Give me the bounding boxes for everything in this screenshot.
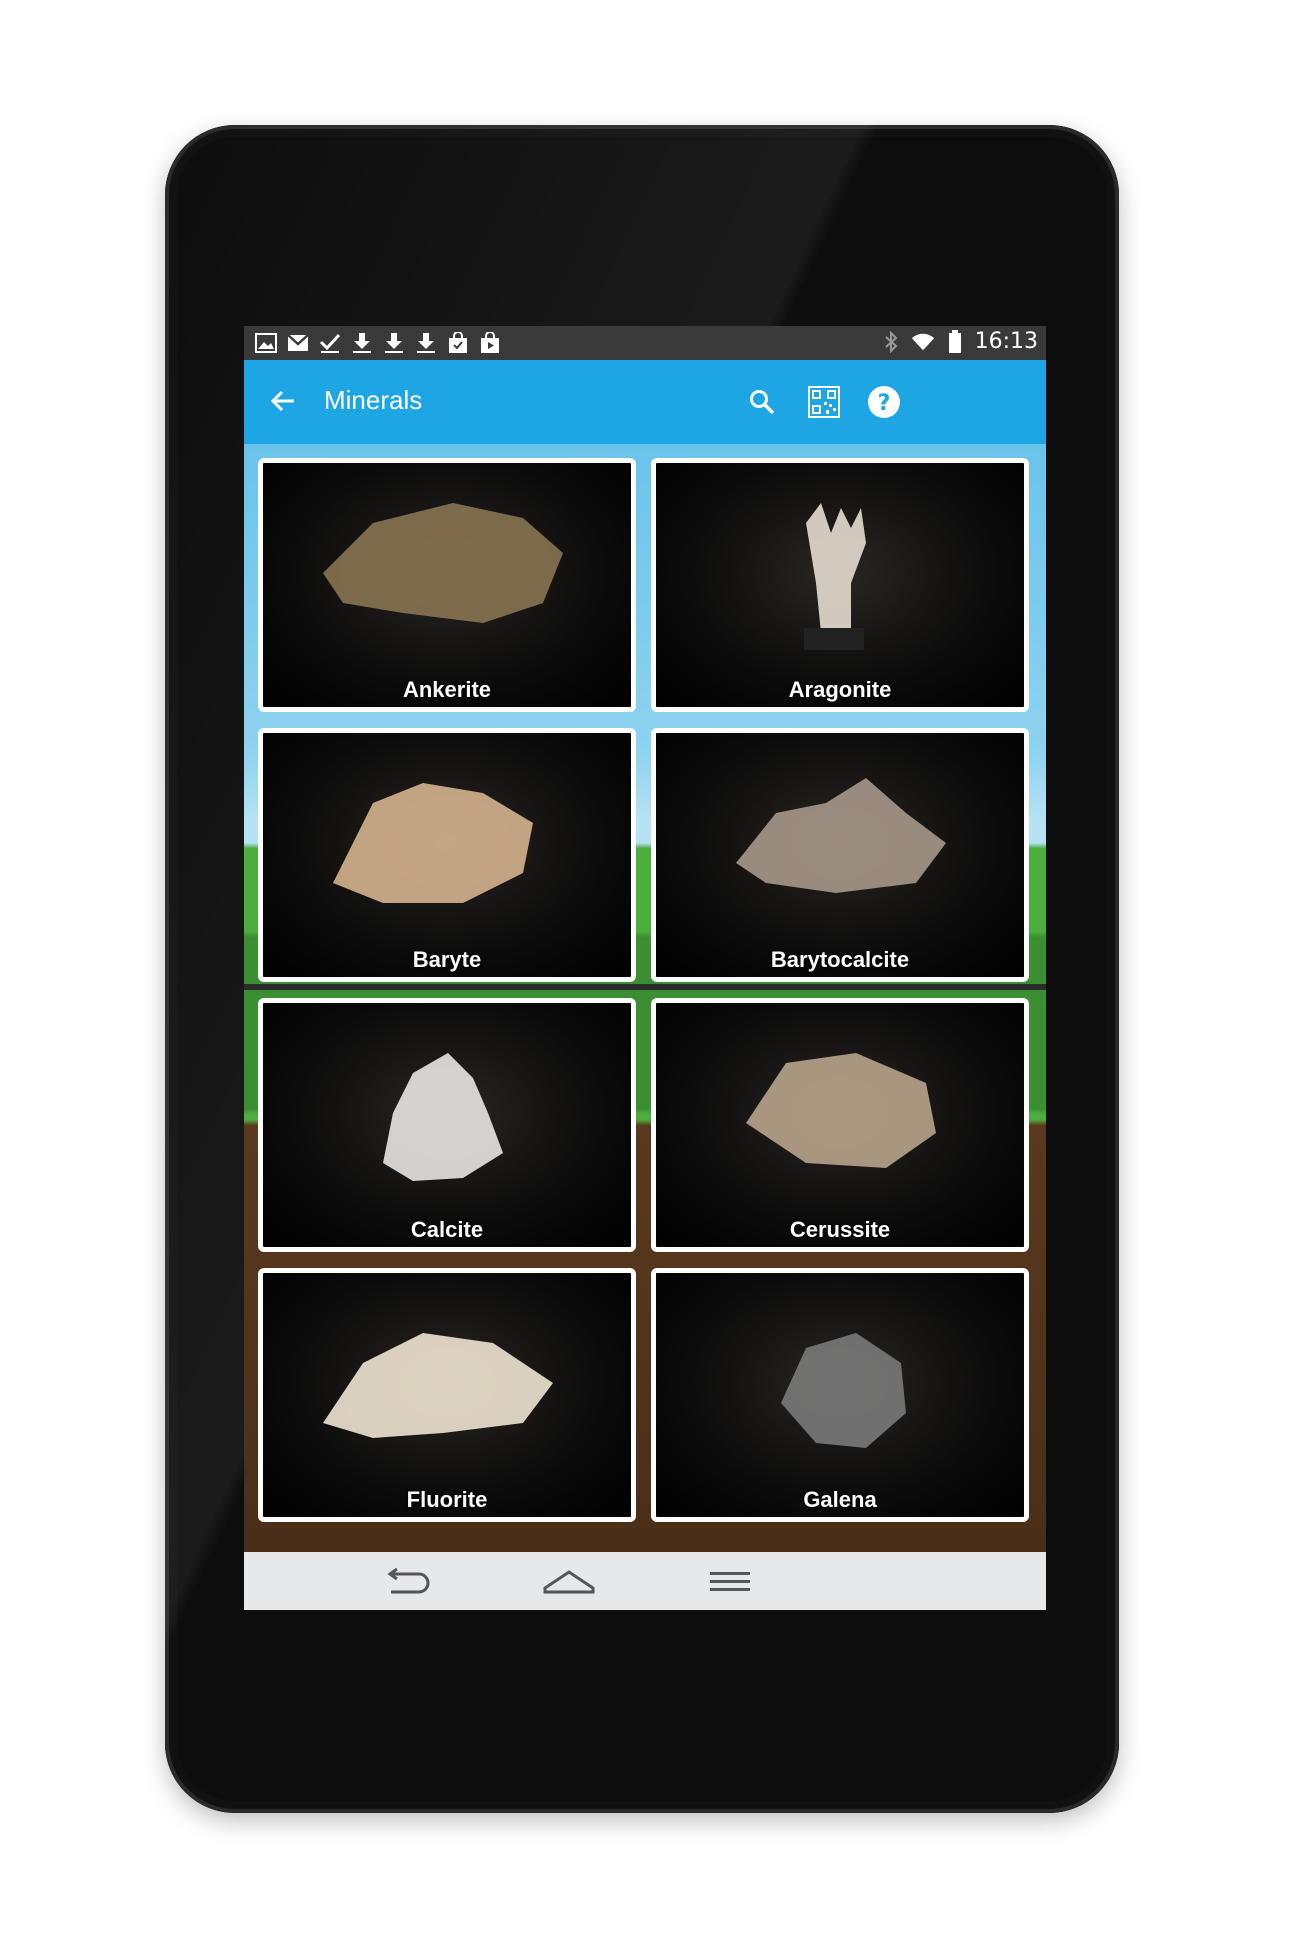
mineral-card[interactable]: Fluorite bbox=[258, 1268, 636, 1522]
mineral-card[interactable]: Aragonite bbox=[651, 458, 1029, 712]
mineral-card[interactable]: Ankerite bbox=[258, 458, 636, 712]
status-time: 16:13 bbox=[974, 329, 1038, 354]
mineral-card[interactable]: Calcite bbox=[258, 998, 636, 1252]
mineral-photo bbox=[323, 503, 563, 623]
device-screen: 16:13 Minerals ? Ankerite Aragonite Bary… bbox=[244, 326, 1046, 1610]
download-icon bbox=[414, 331, 438, 355]
mineral-photo bbox=[804, 503, 866, 650]
back-icon[interactable] bbox=[379, 1564, 435, 1598]
navigation-bar bbox=[244, 1552, 1046, 1610]
recents-icon[interactable] bbox=[702, 1564, 758, 1598]
minerals-content: Ankerite Aragonite Baryte Barytocalcite Calc… bbox=[244, 444, 1046, 1552]
mineral-photo bbox=[736, 778, 946, 893]
download-icon bbox=[350, 331, 374, 355]
mineral-name: Barytocalcite bbox=[770, 947, 910, 972]
mineral-photo bbox=[781, 1333, 906, 1448]
mineral-name: Aragonite bbox=[788, 677, 892, 702]
mineral-name: Calcite bbox=[410, 1217, 484, 1242]
mineral-name: Baryte bbox=[412, 947, 482, 972]
check-icon bbox=[318, 331, 342, 355]
mineral-photo bbox=[323, 1333, 553, 1438]
qr-code-icon[interactable] bbox=[806, 384, 842, 420]
wifi-icon bbox=[911, 330, 935, 354]
download-icon bbox=[382, 331, 406, 355]
bluetooth-icon bbox=[879, 330, 903, 354]
image-icon bbox=[254, 331, 278, 355]
search-icon[interactable] bbox=[744, 384, 780, 420]
mineral-photo bbox=[333, 783, 533, 903]
mineral-photo bbox=[746, 1053, 936, 1168]
help-icon[interactable]: ? bbox=[866, 384, 902, 420]
battery-icon bbox=[943, 329, 967, 354]
mineral-grid: Ankerite Aragonite Baryte Barytocalcite Calc… bbox=[258, 458, 1038, 1522]
mineral-photo bbox=[383, 1053, 503, 1181]
mineral-name: Galena bbox=[803, 1487, 877, 1512]
status-bar: 16:13 bbox=[244, 326, 1046, 360]
play-store-icon bbox=[478, 331, 502, 355]
page-title: Minerals bbox=[324, 385, 423, 415]
mineral-name: Cerussite bbox=[789, 1217, 891, 1242]
home-icon[interactable] bbox=[541, 1564, 597, 1598]
svg-text:?: ? bbox=[878, 391, 891, 416]
shopping-bag-icon bbox=[446, 331, 470, 355]
mineral-name: Fluorite bbox=[406, 1487, 488, 1512]
app-bar: Minerals ? bbox=[244, 360, 1046, 444]
mineral-card[interactable]: Cerussite bbox=[651, 998, 1029, 1252]
back-arrow-icon[interactable] bbox=[266, 384, 300, 418]
mineral-name: Ankerite bbox=[402, 677, 492, 702]
mineral-card[interactable]: Baryte bbox=[258, 728, 636, 982]
mineral-card[interactable]: Galena bbox=[651, 1268, 1029, 1522]
gmail-icon bbox=[286, 331, 310, 355]
mineral-card[interactable]: Barytocalcite bbox=[651, 728, 1029, 982]
